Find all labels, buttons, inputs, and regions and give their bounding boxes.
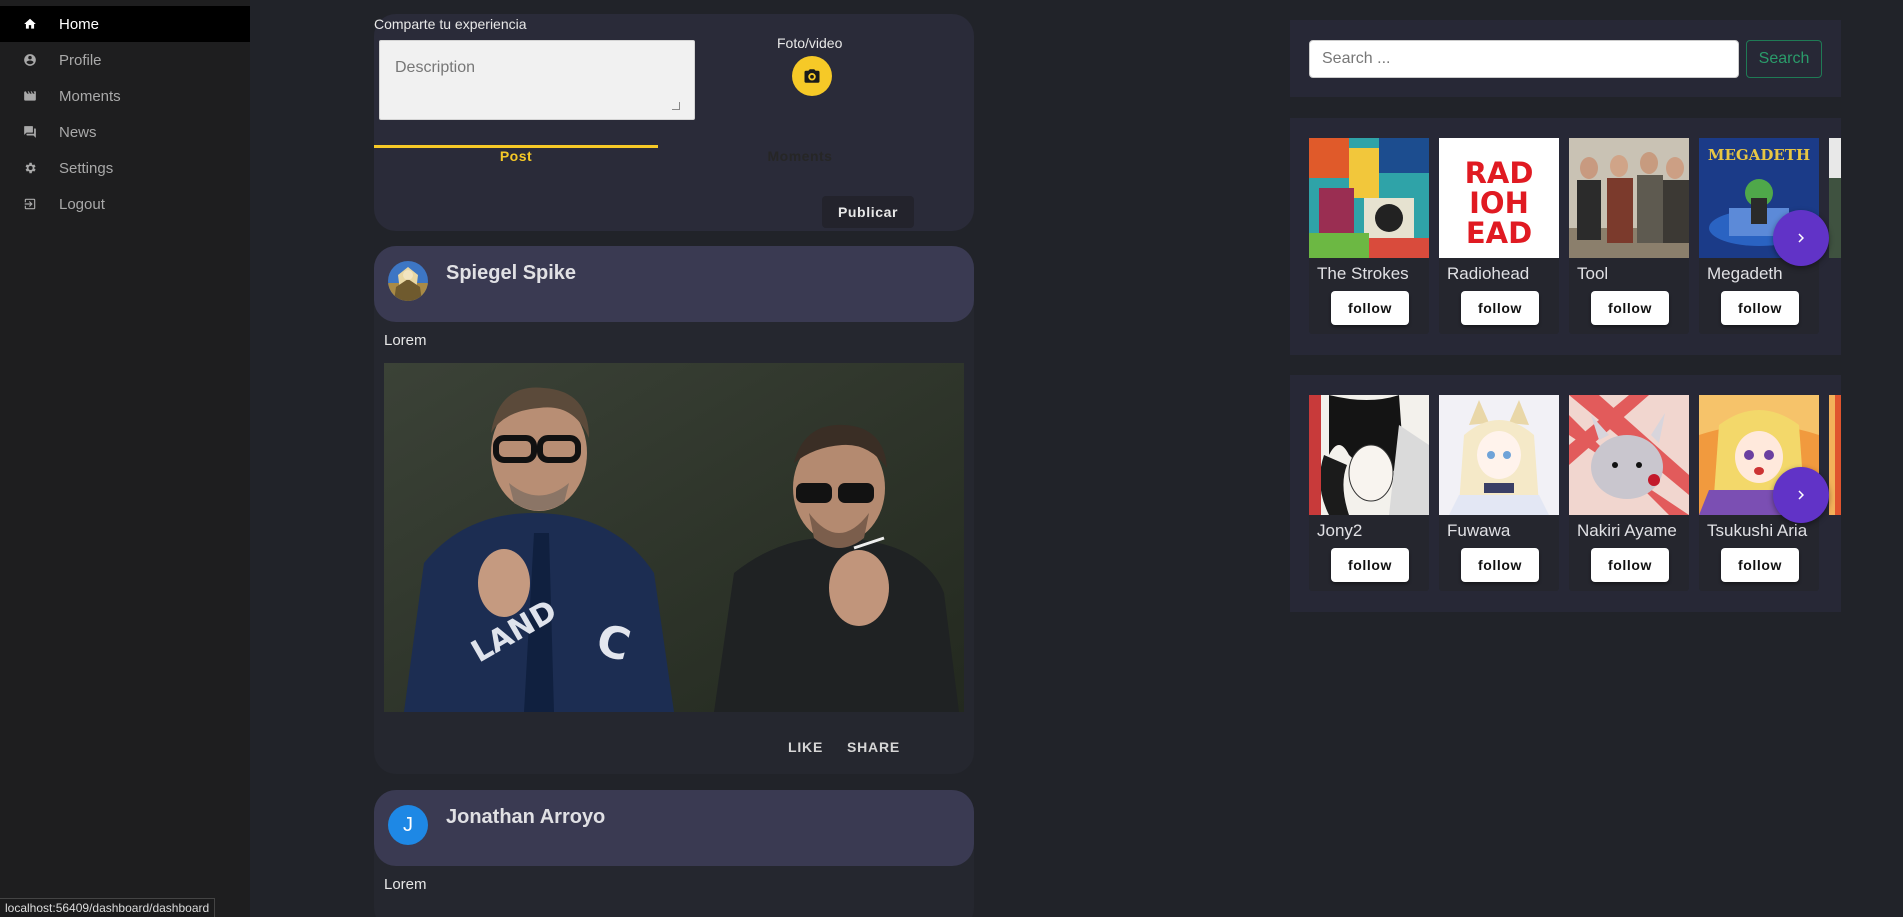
post-card: Spiegel Spike Lorem C LAND LIKE SHARE [374, 246, 974, 774]
vtuber-name: Tsukushi Aria [1707, 521, 1808, 540]
status-bar-url: localhost:56409/dashboard/dashboard [0, 898, 216, 917]
follow-button[interactable]: follow [1461, 548, 1539, 582]
vtuber-card: Jony2 follow [1309, 395, 1429, 591]
artist-card: Tool follow [1569, 138, 1689, 334]
follow-button[interactable]: follow [1331, 548, 1409, 582]
movie-icon [23, 89, 37, 103]
vtuber-image[interactable] [1439, 395, 1559, 515]
artist-card: RAD IOH EAD Radiohead follow [1439, 138, 1559, 334]
artist-name: Radiohead [1447, 264, 1530, 283]
artist-name: The Strokes [1317, 264, 1409, 283]
follow-button[interactable]: follow [1331, 291, 1409, 325]
post-image[interactable]: C LAND [384, 363, 964, 712]
camera-icon [804, 69, 820, 83]
vtuber-card: Nakiri Ayame follow [1569, 395, 1689, 591]
vtuber-image[interactable] [1569, 395, 1689, 515]
vtuber-card: Fuwawa follow [1439, 395, 1559, 591]
follow-button[interactable]: follow [1721, 548, 1799, 582]
svg-text:EAD: EAD [1466, 216, 1532, 250]
sidebar: Home Profile Moments News Settings Logou… [0, 0, 250, 917]
artist-name: Tool [1577, 264, 1609, 283]
add-photo-button[interactable] [792, 56, 832, 96]
sidebar-item-settings[interactable]: Settings [0, 150, 250, 186]
description-field[interactable] [380, 41, 694, 119]
sidebar-item-label: Home [59, 15, 100, 33]
vtuber-card-partial [1829, 395, 1841, 515]
post-composer: Comparte tu experiencia Foto/video Post … [374, 14, 974, 231]
sidebar-item-label: Logout [59, 195, 105, 213]
forum-icon [23, 125, 37, 139]
sidebar-item-label: Moments [59, 87, 121, 105]
follow-button[interactable]: follow [1591, 291, 1669, 325]
composer-title: Comparte tu experiencia [374, 16, 527, 32]
gear-icon [23, 161, 37, 175]
home-icon [23, 17, 37, 31]
sidebar-item-moments[interactable]: Moments [0, 78, 250, 114]
artist-card: The Strokes follow [1309, 138, 1429, 334]
vtuber-name: Jony2 [1317, 521, 1363, 540]
sidebar-item-label: Settings [59, 159, 114, 177]
avatar[interactable] [388, 261, 428, 301]
account-circle-icon [23, 53, 37, 67]
artist-image[interactable] [1569, 138, 1689, 258]
vtuber-name: Fuwawa [1447, 521, 1511, 540]
tab-moments[interactable]: Moments [658, 138, 942, 174]
post-card: J Jonathan Arroyo Lorem [374, 790, 974, 917]
artists-carousel: The Strokes follow RAD IOH EAD Radiohead… [1290, 118, 1841, 355]
vtuber-image[interactable] [1309, 395, 1429, 515]
artist-name: Megadeth [1707, 264, 1783, 283]
search-input[interactable] [1309, 40, 1739, 78]
sidebar-item-news[interactable]: News [0, 114, 250, 150]
like-button[interactable]: LIKE [788, 739, 823, 755]
publish-button[interactable]: Publicar [822, 196, 914, 228]
post-header: Spiegel Spike [374, 246, 974, 322]
tab-post[interactable]: Post [374, 138, 658, 174]
follow-button[interactable]: follow [1461, 291, 1539, 325]
svg-text:IOH: IOH [1469, 186, 1529, 220]
post-text: Lorem [384, 332, 427, 349]
artist-image[interactable] [1309, 138, 1429, 258]
search-button[interactable]: Search [1746, 40, 1822, 78]
sidebar-item-label: Profile [59, 51, 102, 69]
share-button[interactable]: SHARE [847, 739, 900, 755]
post-text: Lorem [384, 876, 427, 893]
svg-text:RAD: RAD [1465, 156, 1534, 190]
follow-button[interactable]: follow [1591, 548, 1669, 582]
artist-card-partial [1829, 138, 1841, 258]
media-label: Foto/video [777, 35, 843, 51]
sidebar-item-logout[interactable]: Logout [0, 186, 250, 222]
sidebar-item-home[interactable]: Home [0, 6, 250, 42]
post-header: J Jonathan Arroyo [374, 790, 974, 866]
svg-text:MEGADETH: MEGADETH [1708, 146, 1810, 164]
post-author[interactable]: Spiegel Spike [446, 262, 576, 285]
sidebar-item-profile[interactable]: Profile [0, 42, 250, 78]
search-panel: Search [1290, 20, 1841, 97]
artist-image[interactable]: RAD IOH EAD [1439, 138, 1559, 258]
follow-button[interactable]: follow [1721, 291, 1799, 325]
avatar[interactable]: J [388, 805, 428, 845]
post-author[interactable]: Jonathan Arroyo [446, 806, 605, 829]
vtuber-name: Nakiri Ayame [1577, 521, 1677, 540]
sidebar-item-label: News [59, 123, 97, 141]
description-field-wrapper [379, 40, 695, 120]
chevron-right-icon [1798, 233, 1804, 243]
logout-icon [23, 197, 37, 211]
carousel-next-button[interactable] [1773, 467, 1829, 523]
vtubers-carousel: Jony2 follow Fuwawa follow Nakiri Ayame … [1290, 375, 1841, 612]
chevron-right-icon [1798, 490, 1804, 500]
carousel-next-button[interactable] [1773, 210, 1829, 266]
